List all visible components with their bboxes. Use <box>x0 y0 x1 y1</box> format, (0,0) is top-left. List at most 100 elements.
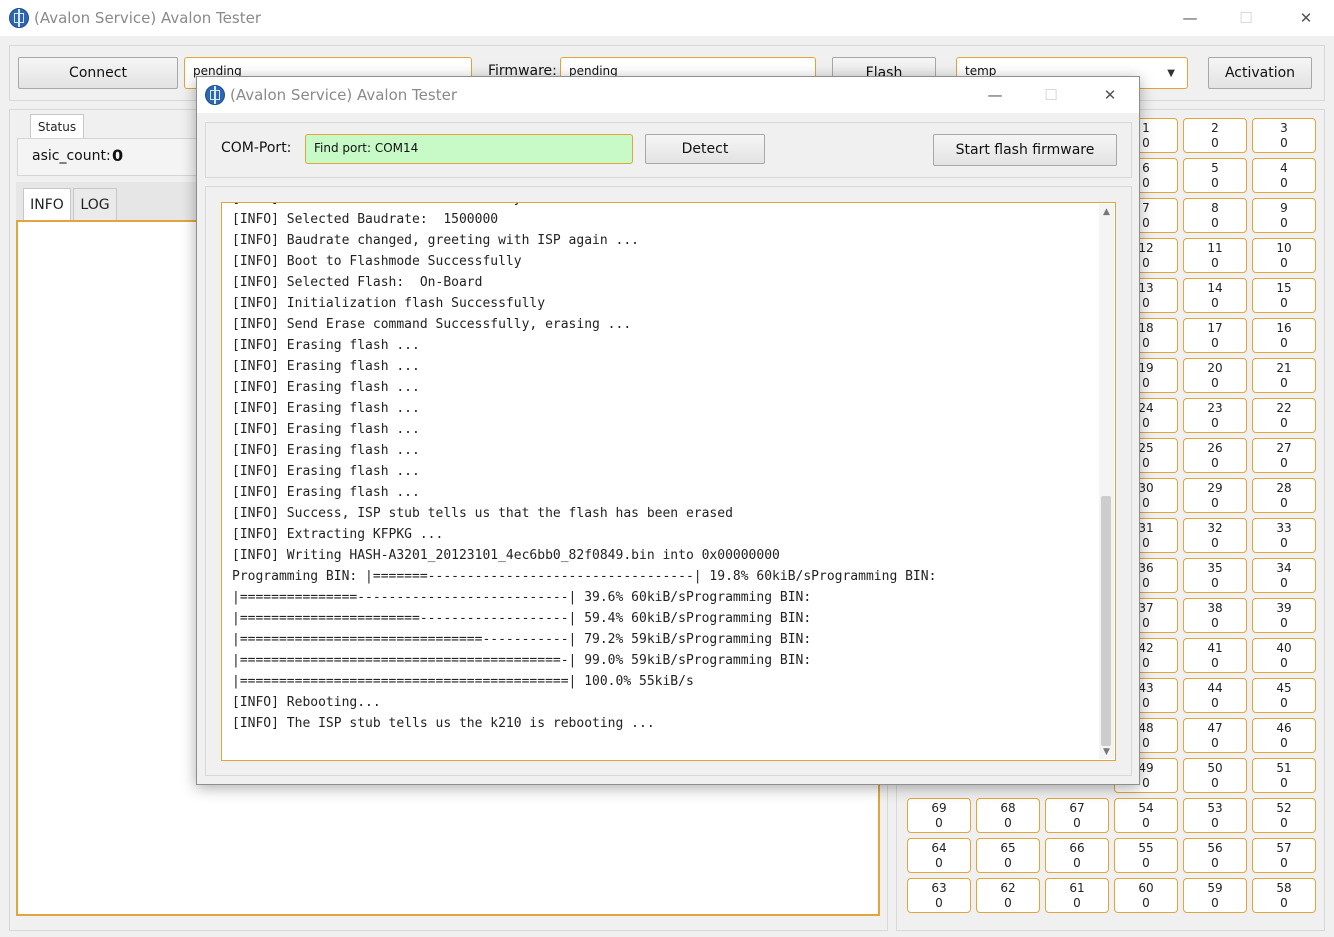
minimize-icon[interactable]: — <box>1170 4 1210 32</box>
chip-cell[interactable]: 29 0 <box>1183 478 1247 513</box>
chip-cell-value: 0 <box>1280 616 1288 630</box>
chip-cell[interactable]: 56 0 <box>1183 838 1247 873</box>
log-scrollbar[interactable]: ▲ ▼ <box>1099 204 1114 759</box>
chip-cell[interactable]: 34 0 <box>1252 558 1316 593</box>
chip-cell[interactable]: 44 0 <box>1183 678 1247 713</box>
chip-cell-value: 0 <box>1280 896 1288 910</box>
chip-cell[interactable]: 52 0 <box>1252 798 1316 833</box>
chip-cell[interactable]: 21 0 <box>1252 358 1316 393</box>
chip-cell[interactable]: 14 0 <box>1183 278 1247 313</box>
asic-count-label: asic_count: <box>32 148 111 164</box>
chip-cell[interactable]: 22 0 <box>1252 398 1316 433</box>
chip-cell-value: 0 <box>1211 136 1219 150</box>
chip-cell-value: 0 <box>1211 816 1219 830</box>
chip-cell[interactable]: 33 0 <box>1252 518 1316 553</box>
chip-cell-value: 0 <box>935 856 943 870</box>
log-line: |===============================--------… <box>232 632 812 647</box>
chip-cell[interactable]: 54 0 <box>1114 798 1178 833</box>
log-line: [INFO] Erasing flash ... <box>232 401 420 416</box>
chip-cell[interactable]: 27 0 <box>1252 438 1316 473</box>
chip-cell[interactable]: 38 0 <box>1183 598 1247 633</box>
flash-log[interactable]: [INFO] Boot to Flashmode Successfully [IN… <box>221 202 1116 761</box>
chip-cell-value: 0 <box>1211 616 1219 630</box>
chip-cell[interactable]: 15 0 <box>1252 278 1316 313</box>
chip-cell[interactable]: 53 0 <box>1183 798 1247 833</box>
chip-cell[interactable]: 46 0 <box>1252 718 1316 753</box>
log-line: [INFO] Erasing flash ... <box>232 422 420 437</box>
dialog-close-icon[interactable]: ✕ <box>1090 81 1130 109</box>
chip-cell[interactable]: 57 0 <box>1252 838 1316 873</box>
chip-cell[interactable]: 28 0 <box>1252 478 1316 513</box>
chip-cell[interactable]: 26 0 <box>1183 438 1247 473</box>
chip-cell-label: 67 <box>1069 801 1085 815</box>
chip-cell[interactable]: 65 0 <box>976 838 1040 873</box>
chip-cell[interactable]: 50 <box>1183 158 1247 193</box>
start-flash-firmware-button[interactable]: Start flash firmware <box>933 134 1117 166</box>
chip-cell-label: 69 <box>931 801 947 815</box>
chip-cell[interactable]: 17 0 <box>1183 318 1247 353</box>
chip-cell-label: 16 <box>1276 321 1292 335</box>
tab-info[interactable]: INFO <box>23 188 71 220</box>
chip-cell[interactable]: 62 0 <box>976 878 1040 913</box>
tab-log[interactable]: LOG <box>73 188 117 220</box>
chip-cell[interactable]: 67 0 <box>1045 798 1109 833</box>
chip-cell[interactable]: 61 0 <box>1045 878 1109 913</box>
chip-cell-value: 0 <box>1073 896 1081 910</box>
chip-cell-value: 0 <box>1211 416 1219 430</box>
chip-cell[interactable]: 11 0 <box>1183 238 1247 273</box>
chip-cell-value: 0 <box>1142 816 1150 830</box>
chip-cell-label: 27 <box>1276 441 1292 455</box>
chip-cell-value: 0 <box>1211 376 1219 390</box>
connect-button[interactable]: Connect <box>18 57 178 89</box>
chip-cell[interactable]: 66 0 <box>1045 838 1109 873</box>
chip-cell-label: 20 <box>1207 361 1223 375</box>
chip-cell[interactable]: 41 0 <box>1183 638 1247 673</box>
maximize-icon[interactable]: ☐ <box>1226 4 1266 32</box>
chip-cell[interactable]: 10 0 <box>1252 238 1316 273</box>
chip-cell[interactable]: 59 0 <box>1183 878 1247 913</box>
chip-cell[interactable]: 35 0 <box>1183 558 1247 593</box>
chip-cell-value: 0 <box>1280 496 1288 510</box>
chip-cell[interactable]: 60 0 <box>1114 878 1178 913</box>
chip-cell[interactable]: 58 0 <box>1252 878 1316 913</box>
dialog-maximize-icon[interactable]: ☐ <box>1031 81 1071 109</box>
chip-cell[interactable]: 68 0 <box>976 798 1040 833</box>
chip-cell[interactable]: 30 <box>1252 118 1316 153</box>
chip-cell[interactable]: 69 0 <box>907 798 971 833</box>
close-icon[interactable]: ✕ <box>1286 4 1326 32</box>
scrollbar-thumb[interactable] <box>1101 496 1111 746</box>
chip-cell[interactable]: 20 0 <box>1183 358 1247 393</box>
chip-cell[interactable]: 20 <box>1183 118 1247 153</box>
scroll-down-icon[interactable]: ▼ <box>1099 744 1114 759</box>
tab-status[interactable]: Status <box>30 114 84 138</box>
chip-cell[interactable]: 64 0 <box>907 838 971 873</box>
chip-cell-label: 55 <box>1138 841 1154 855</box>
chip-cell[interactable]: 45 0 <box>1252 678 1316 713</box>
dialog-minimize-icon[interactable]: — <box>975 81 1015 109</box>
chip-cell-value: 0 <box>1004 816 1012 830</box>
chip-cell[interactable]: 39 0 <box>1252 598 1316 633</box>
chip-cell[interactable]: 90 <box>1252 198 1316 233</box>
log-line: |=======================----------------… <box>232 611 812 626</box>
chip-cell[interactable]: 63 0 <box>907 878 971 913</box>
chip-cell-value: 0 <box>1280 336 1288 350</box>
detect-button[interactable]: Detect <box>645 134 765 164</box>
log-line: [INFO] Erasing flash ... <box>232 443 420 458</box>
chip-cell[interactable]: 50 0 <box>1183 758 1247 793</box>
chip-cell[interactable]: 80 <box>1183 198 1247 233</box>
chip-cell-value: 0 <box>1211 696 1219 710</box>
chip-cell[interactable]: 47 0 <box>1183 718 1247 753</box>
chip-cell-label: 21 <box>1276 361 1292 375</box>
chip-cell[interactable]: 32 0 <box>1183 518 1247 553</box>
chip-cell[interactable]: 23 0 <box>1183 398 1247 433</box>
scroll-up-icon[interactable]: ▲ <box>1099 204 1114 219</box>
chip-cell-label: 11 <box>1207 241 1223 255</box>
chip-cell[interactable]: 55 0 <box>1114 838 1178 873</box>
log-line: |=======================================… <box>232 674 694 689</box>
com-port-field[interactable]: Find port: COM14 <box>305 134 633 164</box>
chip-cell[interactable]: 51 0 <box>1252 758 1316 793</box>
chip-cell[interactable]: 40 0 <box>1252 638 1316 673</box>
activation-button[interactable]: Activation <box>1208 57 1312 89</box>
chip-cell[interactable]: 16 0 <box>1252 318 1316 353</box>
chip-cell[interactable]: 40 <box>1252 158 1316 193</box>
